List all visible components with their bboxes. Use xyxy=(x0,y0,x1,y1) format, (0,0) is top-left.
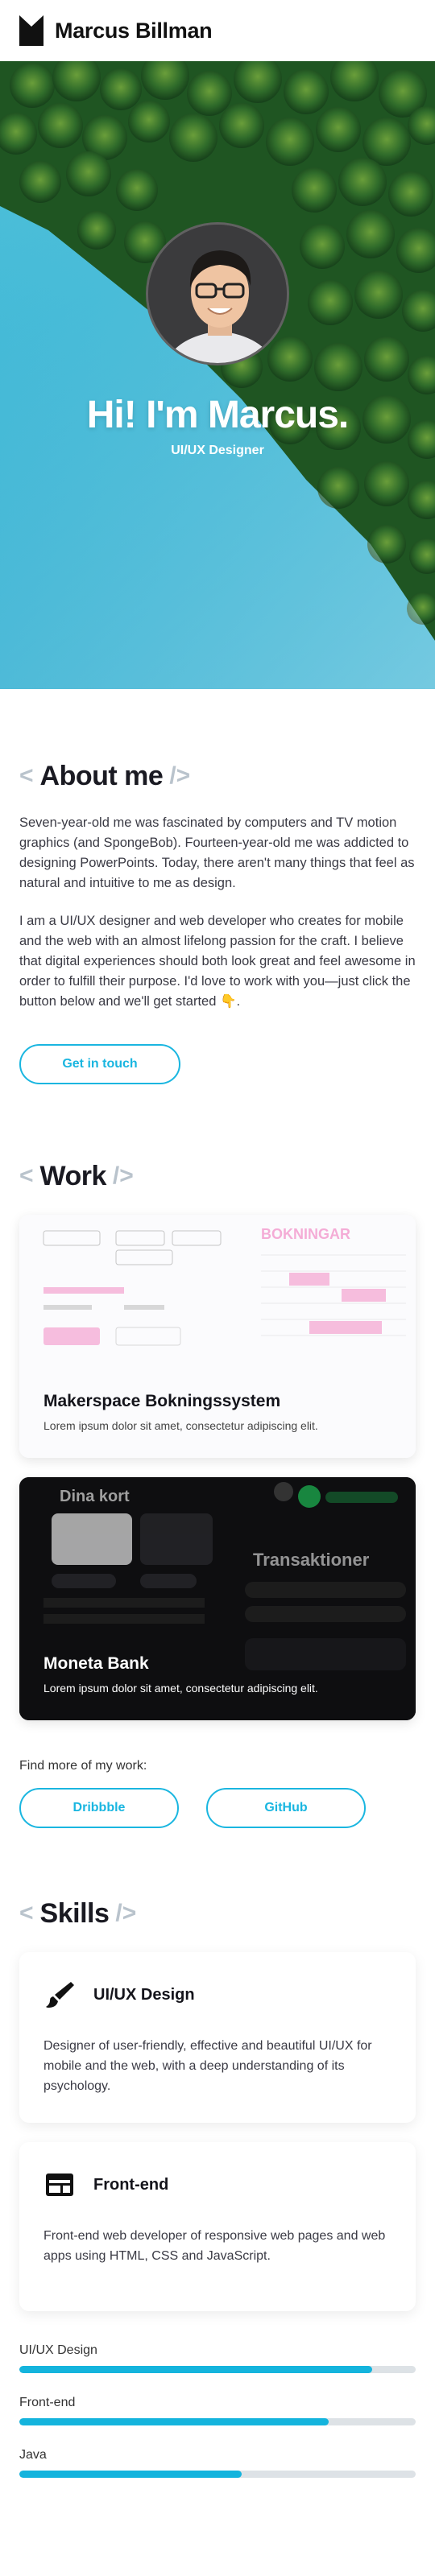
hero-background-image xyxy=(0,61,435,689)
skill-level-label: UI/UX Design xyxy=(19,2343,97,2357)
skill-level-row: UI/UX Design xyxy=(19,2343,416,2373)
about-paragraph: I am a UI/UX designer and web developer … xyxy=(19,914,416,1009)
brush-icon xyxy=(46,1982,74,2008)
bracket-close-icon: /> xyxy=(169,762,191,789)
section-title: About me xyxy=(39,760,164,791)
skill-title: Front-end xyxy=(93,2175,169,2194)
project-card-makerspace[interactable]: BOKNINGAR Makerspace Bokningssystem Lore… xyxy=(19,1215,416,1458)
svg-text:BOKNINGAR: BOKNINGAR xyxy=(261,1226,350,1242)
site-header: Marcus Billman xyxy=(0,0,435,61)
skill-title: UI/UX Design xyxy=(93,1985,195,2004)
skill-card-uiux: UI/UX Design Designer of user-friendly, … xyxy=(19,1952,416,2123)
github-button[interactable]: GitHub xyxy=(206,1788,366,1828)
about-paragraph: Seven-year-old me was fascinated by comp… xyxy=(19,815,415,890)
bracket-close-icon: /> xyxy=(112,1162,134,1189)
bracket-open-icon: < xyxy=(19,1162,34,1189)
project-title: Makerspace Bokningssystem xyxy=(44,1392,281,1410)
work-heading: < Work /> xyxy=(19,1157,416,1195)
site-name[interactable]: Marcus Billman xyxy=(55,19,213,43)
hero-subtitle: UI/UX Designer xyxy=(171,444,264,457)
skill-card-frontend: Front-end Front-end web developer of res… xyxy=(19,2142,416,2311)
bracket-open-icon: < xyxy=(19,762,34,789)
more-work-label: Find more of my work: xyxy=(19,1759,147,1773)
progress-track xyxy=(19,2366,416,2373)
project-title: Moneta Bank xyxy=(44,1654,149,1673)
logo-icon[interactable] xyxy=(19,15,44,46)
about-section: < About me /> Seven-year-old me was fasc… xyxy=(0,757,435,1084)
project-description: Lorem ipsum dolor sit amet, consectetur … xyxy=(44,1682,318,1695)
avatar xyxy=(146,222,289,365)
progress-fill xyxy=(19,2418,329,2425)
skill-description: Front-end web developer of responsive we… xyxy=(44,2229,386,2263)
work-section: < Work /> BOKNINGAR Makerspace Bokningss… xyxy=(0,1157,435,1828)
project-card-moneta[interactable]: Dina kort Transaktioner Moneta Bank Lore… xyxy=(19,1477,416,1720)
progress-fill xyxy=(19,2366,372,2373)
about-heading: < About me /> xyxy=(19,757,416,795)
section-title: Work xyxy=(39,1160,107,1191)
progress-track xyxy=(19,2471,416,2478)
hero-title: Hi! I'm Marcus. xyxy=(86,394,350,436)
bracket-close-icon: /> xyxy=(115,1900,137,1926)
browser-window-icon xyxy=(46,2174,73,2196)
skills-heading: < Skills /> xyxy=(19,1894,416,1933)
more-work-links: Dribbble GitHub xyxy=(19,1788,416,1828)
section-title: Skills xyxy=(39,1897,110,1929)
skill-description: Designer of user-friendly, effective and… xyxy=(44,2039,372,2093)
skills-section: < Skills /> UI/UX Design Designer of use… xyxy=(0,1894,435,2478)
hero-section: Hi! I'm Marcus. UI/UX Designer xyxy=(0,61,435,689)
svg-text:Transaktioner: Transaktioner xyxy=(253,1550,370,1570)
skill-level-row: Java xyxy=(19,2448,416,2478)
dribbble-button[interactable]: Dribbble xyxy=(19,1788,179,1828)
portrait-image xyxy=(148,225,287,363)
progress-fill xyxy=(19,2471,242,2478)
skill-levels: UI/UX Design Front-end Java xyxy=(19,2343,416,2478)
get-in-touch-button[interactable]: Get in touch xyxy=(19,1044,180,1084)
progress-track xyxy=(19,2418,416,2425)
skill-level-label: Front-end xyxy=(19,2396,76,2409)
svg-text:Dina kort: Dina kort xyxy=(60,1488,130,1505)
project-description: Lorem ipsum dolor sit amet, consectetur … xyxy=(44,1419,318,1432)
skill-level-row: Front-end xyxy=(19,2396,416,2425)
skill-level-label: Java xyxy=(19,2448,47,2462)
bracket-open-icon: < xyxy=(19,1900,34,1926)
